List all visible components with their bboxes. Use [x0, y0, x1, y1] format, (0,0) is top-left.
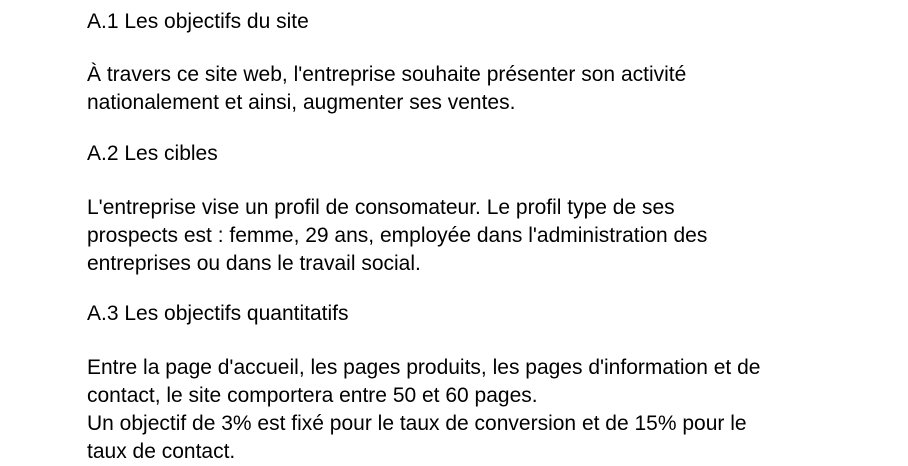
paragraph-line: entreprises ou dans le travail social.	[87, 252, 421, 275]
paragraph-line: prospects est : femme, 29 ans, employée …	[87, 224, 708, 247]
section-paragraph-objectifs-quantitatifs: Entre la page d'accueil, les pages produ…	[87, 354, 760, 466]
paragraph-line: contact, le site comportera entre 50 et …	[87, 384, 538, 407]
section-heading-objectifs-quantitatifs: A.3 Les objectifs quantitatifs	[87, 302, 349, 325]
paragraph-line: L'entreprise vise un profil de consomate…	[87, 196, 675, 219]
paragraph-line: Entre la page d'accueil, les pages produ…	[87, 356, 761, 379]
section-heading-cibles: A.2 Les cibles	[87, 142, 218, 165]
section-heading-objectifs-du-site: A.1 Les objectifs du site	[87, 10, 309, 33]
paragraph-line: À travers ce site web, l'entreprise souh…	[87, 63, 687, 86]
paragraph-line: nationalement et ainsi, augmenter ses ve…	[87, 91, 516, 114]
paragraph-line: Un objectif de 3% est fixé pour le taux …	[87, 412, 747, 435]
paragraph-line: taux de contact.	[87, 440, 236, 463]
section-paragraph-cibles: L'entreprise vise un profil de consomate…	[87, 194, 707, 278]
section-paragraph-objectifs-du-site: À travers ce site web, l'entreprise souh…	[87, 61, 686, 117]
